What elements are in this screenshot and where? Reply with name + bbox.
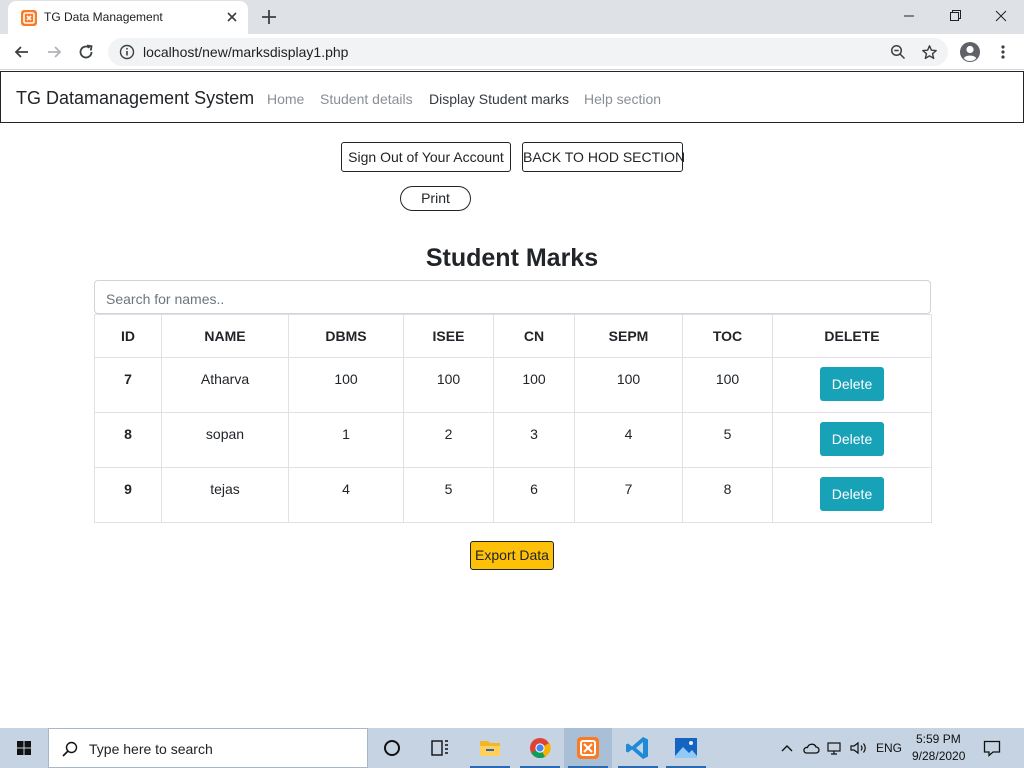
taskbar-search-box[interactable]: Type here to search [48, 728, 368, 768]
clock-time[interactable]: 5:59 PM [916, 732, 961, 746]
close-window-icon[interactable] [987, 4, 1015, 28]
column-header-sepm: SEPM [574, 314, 683, 358]
show-hidden-icons-chevron-icon[interactable] [780, 740, 794, 756]
back-to-hod-button[interactable]: BACK TO HOD SECTION [522, 142, 685, 172]
browser-tab-strip: TG Data Management [0, 0, 1024, 34]
language-indicator[interactable]: ENG [876, 741, 902, 755]
cell-isee: 2 [403, 412, 494, 468]
clock-date[interactable]: 9/28/2020 [912, 749, 965, 763]
profile-avatar-icon[interactable] [959, 41, 981, 63]
address-bar[interactable]: localhost/new/marksdisplay1.php [108, 38, 948, 66]
nav-link-student-details[interactable]: Student details [320, 91, 413, 107]
cortana-icon[interactable] [368, 728, 416, 768]
cell-id: 8 [94, 412, 162, 468]
cell-id: 9 [94, 467, 162, 523]
browser-tab[interactable]: TG Data Management [8, 1, 248, 34]
close-tab-icon[interactable] [223, 8, 241, 26]
windows-start-icon[interactable] [0, 728, 48, 768]
page-title: Student Marks [425, 244, 599, 272]
delete-button[interactable]: Delete [820, 477, 884, 511]
browser-menu-icon[interactable] [995, 44, 1011, 60]
search-icon [61, 740, 79, 758]
cell-sepm: 7 [574, 467, 683, 523]
cell-cn: 100 [493, 357, 575, 413]
cell-name: sopan [161, 412, 289, 468]
cell-sepm: 100 [574, 357, 683, 413]
cell-cn: 3 [493, 412, 575, 468]
restore-icon[interactable] [941, 4, 969, 28]
browser-toolbar: localhost/new/marksdisplay1.php [0, 34, 1024, 70]
cell-delete: Delete [772, 357, 932, 413]
brand-title[interactable]: TG Datamanagement System [16, 88, 254, 109]
cell-delete: Delete [772, 412, 932, 468]
photos-icon[interactable] [662, 728, 710, 768]
cell-isee: 5 [403, 467, 494, 523]
chrome-icon[interactable] [516, 728, 564, 768]
export-data-button[interactable]: Export Data [470, 541, 554, 570]
nav-link-home[interactable]: Home [267, 91, 304, 107]
table-header-row: ID NAME DBMS ISEE CN SEPM TOC DELETE [94, 314, 932, 358]
cell-toc: 5 [682, 412, 773, 468]
cell-isee: 100 [403, 357, 494, 413]
site-navbar: TG Datamanagement System Home Student de… [0, 71, 1024, 123]
marks-table: ID NAME DBMS ISEE CN SEPM TOC DELETE 7 A… [94, 314, 932, 523]
cell-dbms: 100 [288, 357, 404, 413]
vscode-icon[interactable] [614, 728, 662, 768]
delete-button[interactable]: Delete [820, 367, 884, 401]
nav-link-display-student-marks[interactable]: Display Student marks [429, 91, 569, 107]
search-input[interactable]: Search for names.. [94, 280, 931, 314]
file-explorer-icon[interactable] [466, 728, 514, 768]
cell-toc: 100 [682, 357, 773, 413]
xampp-favicon-icon [21, 10, 37, 26]
url-text[interactable]: localhost/new/marksdisplay1.php [143, 44, 348, 60]
forward-arrow-icon[interactable] [44, 42, 64, 62]
cell-name: Atharva [161, 357, 289, 413]
cell-toc: 8 [682, 467, 773, 523]
column-header-id: ID [94, 314, 162, 358]
column-header-dbms: DBMS [288, 314, 404, 358]
tab-title: TG Data Management [44, 10, 163, 24]
table-row: 9 tejas 4 5 6 7 8 Delete [94, 467, 932, 523]
new-tab-icon[interactable] [259, 7, 279, 27]
reload-icon[interactable] [76, 42, 96, 62]
notification-center-icon[interactable] [982, 738, 1002, 758]
cell-name: tejas [161, 467, 289, 523]
back-arrow-icon[interactable] [12, 42, 32, 62]
cell-sepm: 4 [574, 412, 683, 468]
windows-taskbar: Type here to search ENG 5:59 PM 9/28/202… [0, 728, 1024, 768]
cell-dbms: 1 [288, 412, 404, 468]
cell-id: 7 [94, 357, 162, 413]
volume-icon[interactable] [849, 740, 869, 756]
taskbar-search-placeholder: Type here to search [89, 741, 213, 757]
column-header-delete: DELETE [772, 314, 932, 358]
column-header-name: NAME [161, 314, 289, 358]
print-button[interactable]: Print [400, 186, 471, 211]
table-row: 7 Atharva 100 100 100 100 100 Delete [94, 357, 932, 413]
sign-out-button[interactable]: Sign Out of Your Account [341, 142, 511, 172]
column-header-toc: TOC [682, 314, 773, 358]
xampp-icon[interactable] [564, 728, 612, 768]
onedrive-cloud-icon[interactable] [802, 740, 820, 756]
column-header-cn: CN [493, 314, 575, 358]
nav-link-help-section[interactable]: Help section [584, 91, 661, 107]
bookmark-star-icon[interactable] [921, 44, 938, 61]
cell-cn: 6 [493, 467, 575, 523]
column-header-isee: ISEE [403, 314, 494, 358]
cell-dbms: 4 [288, 467, 404, 523]
site-info-icon[interactable] [119, 44, 135, 60]
table-row: 8 sopan 1 2 3 4 5 Delete [94, 412, 932, 468]
minimize-icon[interactable] [895, 4, 923, 28]
search-placeholder: Search for names.. [106, 291, 225, 307]
zoom-icon[interactable] [890, 44, 906, 60]
task-view-icon[interactable] [416, 728, 464, 768]
network-icon[interactable] [826, 740, 844, 756]
delete-button[interactable]: Delete [820, 422, 884, 456]
cell-delete: Delete [772, 467, 932, 523]
